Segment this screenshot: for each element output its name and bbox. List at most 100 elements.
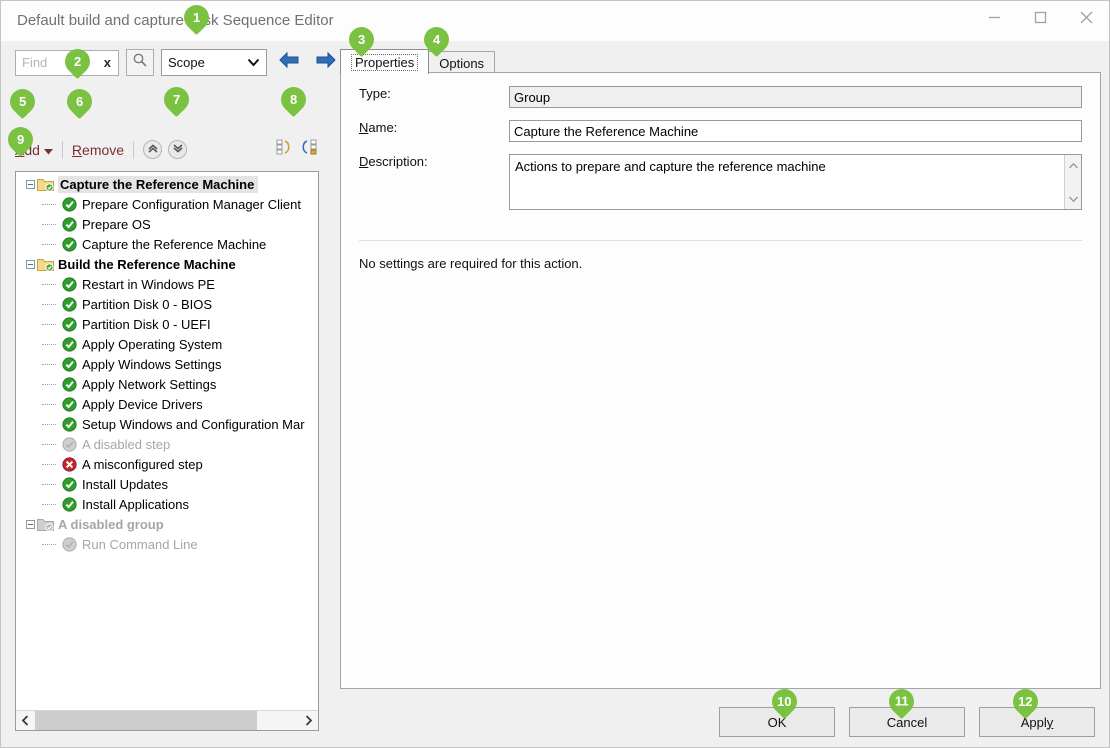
search-button[interactable]	[126, 49, 154, 76]
tree-step-row[interactable]: Prepare OS	[16, 214, 318, 234]
annotation-badge-number: 10	[777, 695, 791, 708]
folder-icon	[36, 257, 54, 272]
tree-rows[interactable]: Capture the Reference Machine Prepare Con…	[16, 172, 318, 710]
close-button[interactable]	[1063, 1, 1109, 33]
collapse-all-button[interactable]	[276, 139, 294, 160]
tree-step-row[interactable]: Capture the Reference Machine	[16, 234, 318, 254]
annotation-badge-number: 7	[173, 93, 180, 106]
tree-step-row[interactable]: Restart in Windows PE	[16, 274, 318, 294]
chevron-down-icon	[172, 141, 184, 159]
remove-button[interactable]: Remove	[72, 142, 124, 158]
expand-all-button[interactable]	[301, 139, 319, 160]
check-icon	[60, 397, 78, 412]
tree-expander-icon[interactable]	[26, 260, 35, 269]
right-pane: Properties Options Type: Group Name: Cap…	[333, 41, 1109, 747]
left-pane: Find x Scope	[1, 41, 333, 747]
tree-item-label: Setup Windows and Configuration Mar	[82, 417, 305, 432]
tree-connector-line	[42, 324, 56, 325]
check-icon	[60, 437, 78, 452]
apply-accel: y	[1047, 715, 1054, 730]
tree-expander-icon[interactable]	[26, 520, 35, 529]
check-icon	[60, 277, 78, 292]
name-input[interactable]: Capture the Reference Machine	[509, 120, 1082, 142]
window-controls	[971, 1, 1109, 33]
scrollbar-thumb[interactable]	[35, 711, 257, 730]
tree-step-row[interactable]: Install Updates	[16, 474, 318, 494]
check-icon	[60, 477, 78, 492]
tree-step-row[interactable]: Apply Operating System	[16, 334, 318, 354]
tree-step-row[interactable]: Partition Disk 0 - UEFI	[16, 314, 318, 334]
tree-group-row[interactable]: Build the Reference Machine	[16, 254, 318, 274]
tree-toolbar: Add Remove	[15, 139, 319, 160]
chevron-up-icon	[147, 141, 159, 159]
description-label: Description:	[359, 154, 509, 169]
check-icon	[60, 317, 78, 332]
tree-item-label: Install Updates	[82, 477, 168, 492]
magnifier-icon	[132, 52, 148, 73]
tree-step-row[interactable]: A misconfigured step	[16, 454, 318, 474]
tree-connector-line	[42, 344, 56, 345]
description-textarea[interactable]: Actions to prepare and capture the refer…	[509, 154, 1082, 210]
tree-step-row[interactable]: Prepare Configuration Manager Client	[16, 194, 318, 214]
annotation-badge-number: 6	[76, 95, 83, 108]
task-sequence-tree[interactable]: Capture the Reference Machine Prepare Con…	[15, 171, 319, 731]
folder-icon	[36, 177, 54, 192]
tree-connector-line	[42, 444, 56, 445]
tree-step-row[interactable]: Install Applications	[16, 494, 318, 514]
check-icon	[60, 337, 78, 352]
scope-dropdown[interactable]: Scope	[161, 49, 267, 76]
tree-item-label: A disabled step	[82, 437, 170, 452]
tree-item-label: A misconfigured step	[82, 457, 203, 472]
tree-step-row[interactable]: Partition Disk 0 - BIOS	[16, 294, 318, 314]
annotation-badge-number: 11	[895, 695, 909, 708]
tree-step-row[interactable]: Run Command Line	[16, 534, 318, 554]
name-row: Name: Capture the Reference Machine	[359, 120, 1082, 142]
find-placeholder: Find	[22, 55, 47, 70]
tree-connector-line	[42, 224, 56, 225]
tree-step-row[interactable]: Apply Windows Settings	[16, 354, 318, 374]
clear-find-button[interactable]: x	[104, 55, 112, 70]
tree-step-row[interactable]: Apply Device Drivers	[16, 394, 318, 414]
maximize-button[interactable]	[1017, 1, 1063, 33]
tree-item-label: Apply Windows Settings	[82, 357, 221, 372]
tree-group-row[interactable]: A disabled group	[16, 514, 318, 534]
tree-item-label: Capture the Reference Machine	[58, 176, 258, 193]
apply-button[interactable]: Apply	[979, 707, 1095, 737]
collapse-all-icon	[276, 142, 294, 159]
tree-connector-line	[42, 244, 56, 245]
scrollbar-track[interactable]	[35, 711, 299, 730]
tree-item-label: A disabled group	[58, 517, 164, 532]
find-previous-button[interactable]	[274, 49, 304, 76]
move-up-button[interactable]	[143, 140, 162, 159]
description-accel: D	[359, 154, 368, 169]
tree-item-label: Partition Disk 0 - BIOS	[82, 297, 212, 312]
type-row: Type: Group	[359, 86, 1082, 108]
tree-step-row[interactable]: A disabled step	[16, 434, 318, 454]
chevron-down-icon	[44, 142, 53, 158]
tab-properties[interactable]: Properties	[340, 49, 429, 74]
expand-all-icon	[301, 142, 319, 159]
tree-step-row[interactable]: Apply Network Settings	[16, 374, 318, 394]
tree-item-label: Prepare Configuration Manager Client	[82, 197, 301, 212]
scroll-right-button[interactable]	[299, 711, 318, 730]
check-icon	[60, 237, 78, 252]
annotation-badge-number: 4	[433, 33, 440, 46]
toolbar-divider-2	[133, 141, 134, 159]
check-icon	[60, 357, 78, 372]
chevron-down-icon[interactable]	[1068, 191, 1079, 206]
description-scrollbar[interactable]	[1064, 155, 1081, 209]
minimize-button[interactable]	[971, 1, 1017, 33]
tree-expander-icon[interactable]	[26, 180, 35, 189]
chevron-up-icon[interactable]	[1068, 158, 1079, 173]
tree-group-row[interactable]: Capture the Reference Machine	[16, 174, 318, 194]
tree-horizontal-scrollbar[interactable]	[16, 710, 318, 730]
scroll-left-button[interactable]	[16, 711, 35, 730]
tree-step-row[interactable]: Setup Windows and Configuration Mar	[16, 414, 318, 434]
name-label: Name:	[359, 120, 509, 135]
check-icon	[60, 197, 78, 212]
move-down-button[interactable]	[168, 140, 187, 159]
title-bar: Default build and capture Task Sequence …	[1, 1, 1109, 41]
tree-item-label: Install Applications	[82, 497, 189, 512]
tree-connector-line	[42, 304, 56, 305]
tree-connector-line	[42, 464, 56, 465]
